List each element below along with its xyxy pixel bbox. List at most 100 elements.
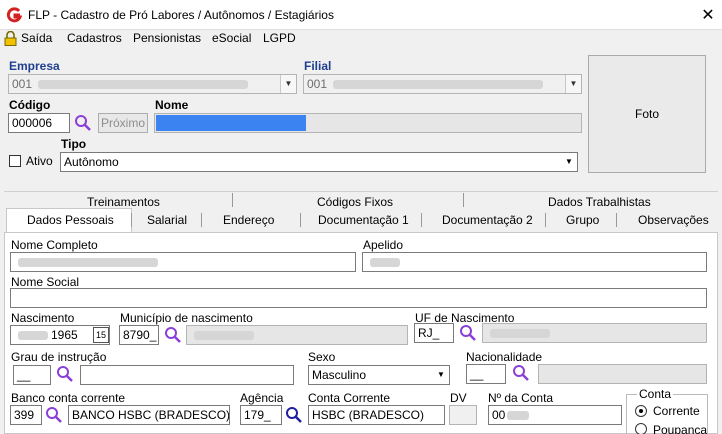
nacionalidade-value: __ xyxy=(470,367,484,381)
conta-corrente-field[interactable]: HSBC (BRADESCO) xyxy=(308,405,445,425)
photo-box[interactable]: Foto xyxy=(588,55,706,173)
apelido-field[interactable] xyxy=(362,252,707,272)
nome-field[interactable] xyxy=(154,113,582,133)
chevron-down-icon[interactable]: ▼ xyxy=(433,366,449,384)
nome-social-field[interactable] xyxy=(10,288,707,308)
conta-corrente-label: Conta Corrente xyxy=(308,391,391,405)
conta-option-poupanca: Poupança xyxy=(653,423,708,434)
tab-documentacao-2[interactable]: Documentação 2 xyxy=(442,213,533,227)
nome-completo-label: Nome Completo xyxy=(11,238,98,252)
tab-dados-pessoais[interactable]: Dados Pessoais xyxy=(27,213,114,227)
search-icon[interactable] xyxy=(285,406,303,424)
search-icon[interactable] xyxy=(512,364,530,382)
ativo-label: Ativo xyxy=(26,154,53,168)
conta-group-label: Conta xyxy=(637,387,674,401)
banco-label: Banco conta corrente xyxy=(11,391,126,405)
tipo-label: Tipo xyxy=(61,137,87,151)
grau-name-field[interactable] xyxy=(80,365,294,385)
nacionalidade-label: Nacionalidade xyxy=(466,350,543,364)
grau-value: __ xyxy=(17,368,31,382)
codigo-label: Código xyxy=(9,98,51,112)
tab-observacoes[interactable]: Observações xyxy=(638,213,709,227)
agencia-label: Agência xyxy=(240,391,284,405)
conta-option-corrente: Corrente xyxy=(653,404,700,418)
tipo-value: Autônomo xyxy=(64,155,119,169)
tab-dados-trabalhistas[interactable]: Dados Trabalhistas xyxy=(548,195,651,209)
search-icon[interactable] xyxy=(164,326,182,344)
tab-endereco[interactable]: Endereço xyxy=(223,213,274,227)
agencia-value: 179_ xyxy=(244,408,271,422)
empresa-value: 001 xyxy=(12,77,33,91)
nome-completo-field[interactable] xyxy=(10,252,356,272)
close-icon[interactable]: ✕ xyxy=(700,5,716,25)
banco-code-field[interactable]: 399 xyxy=(10,405,42,425)
agencia-field[interactable]: 179_ xyxy=(240,405,282,425)
menu-esocial[interactable]: eSocial xyxy=(212,31,251,45)
menu-lgpd[interactable]: LGPD xyxy=(263,31,296,45)
menu-cadastros[interactable]: Cadastros xyxy=(67,31,122,45)
nconta-value: 00 xyxy=(492,408,506,422)
municipio-value: 8790_ xyxy=(123,328,157,342)
filial-value: 001 xyxy=(307,77,328,91)
chevron-down-icon[interactable]: ▼ xyxy=(561,153,577,171)
municipio-label: Município de nascimento xyxy=(120,311,253,325)
proximo-button[interactable]: Próximo xyxy=(98,113,148,133)
menu-pensionistas[interactable]: Pensionistas xyxy=(133,31,201,45)
nome-selection xyxy=(156,115,306,131)
calendar-icon[interactable]: 15 xyxy=(93,327,109,343)
filial-combo[interactable]: 001 ▼ xyxy=(303,74,582,94)
tab-grupo[interactable]: Grupo xyxy=(566,213,599,227)
codigo-field[interactable]: 000006 xyxy=(8,113,70,133)
menu-saida[interactable]: Saída xyxy=(21,31,52,45)
banco-name-field[interactable]: BANCO HSBC (BRADESCO) xyxy=(68,405,230,425)
dv-field[interactable] xyxy=(449,405,477,425)
uf-value: RJ_ xyxy=(418,326,440,340)
radio-poupanca[interactable] xyxy=(635,423,647,434)
municipio-name-field[interactable] xyxy=(186,325,408,345)
banco-name: BANCO HSBC (BRADESCO) xyxy=(72,408,230,422)
foto-label: Foto xyxy=(634,107,659,121)
tab-codigos-fixos[interactable]: Códigos Fixos xyxy=(317,195,393,209)
dv-label: DV xyxy=(450,391,467,405)
lock-icon[interactable] xyxy=(4,31,17,46)
nconta-label: Nº da Conta xyxy=(488,391,554,405)
search-icon[interactable] xyxy=(459,324,477,342)
sexo-value: Masculino xyxy=(312,368,367,382)
nconta-field[interactable]: 00 xyxy=(488,405,622,425)
sexo-select[interactable]: Masculino ▼ xyxy=(308,365,450,385)
chevron-down-icon[interactable]: ▼ xyxy=(565,75,581,93)
grau-code-field[interactable]: __ xyxy=(13,365,51,385)
radio-corrente[interactable] xyxy=(635,405,647,417)
app-logo-icon xyxy=(6,7,22,23)
empresa-combo[interactable]: 001 ▼ xyxy=(8,74,297,94)
apelido-label: Apelido xyxy=(363,238,404,252)
tipo-select[interactable]: Autônomo ▼ xyxy=(60,152,578,172)
filial-label: Filial xyxy=(304,59,332,73)
nascimento-value: 1965 xyxy=(51,328,78,342)
tab-documentacao-1[interactable]: Documentação 1 xyxy=(318,213,409,227)
search-icon[interactable] xyxy=(45,406,63,424)
menu-bar: Saída Cadastros Pensionistas eSocial LGP… xyxy=(0,30,722,48)
tab-treinamentos[interactable]: Treinamentos xyxy=(87,195,160,209)
nome-social-label: Nome Social xyxy=(11,275,80,289)
banco-code: 399 xyxy=(14,408,35,422)
uf-code-field[interactable]: RJ_ xyxy=(414,323,454,343)
ativo-checkbox[interactable] xyxy=(9,155,21,167)
nome-label: Nome xyxy=(155,98,189,112)
chevron-down-icon[interactable]: ▼ xyxy=(280,75,296,93)
nacionalidade-name-field[interactable] xyxy=(538,364,707,384)
conta-corrente-value: HSBC (BRADESCO) xyxy=(312,408,425,422)
nascimento-label: Nascimento xyxy=(11,311,75,325)
search-icon[interactable] xyxy=(74,114,92,132)
tab-salarial[interactable]: Salarial xyxy=(147,213,187,227)
title-bar: FLP - Cadastro de Pró Labores / Autônomo… xyxy=(0,0,722,30)
search-icon[interactable] xyxy=(56,365,74,383)
uf-name-field[interactable] xyxy=(482,323,707,343)
empresa-label: Empresa xyxy=(9,59,60,73)
nacionalidade-code-field[interactable]: __ xyxy=(466,364,506,384)
window-title: FLP - Cadastro de Pró Labores / Autônomo… xyxy=(28,8,334,22)
sexo-label: Sexo xyxy=(308,350,336,364)
municipio-code-field[interactable]: 8790_ xyxy=(119,325,159,345)
grau-label: Grau de instrução xyxy=(11,350,107,364)
codigo-value: 000006 xyxy=(12,116,53,130)
